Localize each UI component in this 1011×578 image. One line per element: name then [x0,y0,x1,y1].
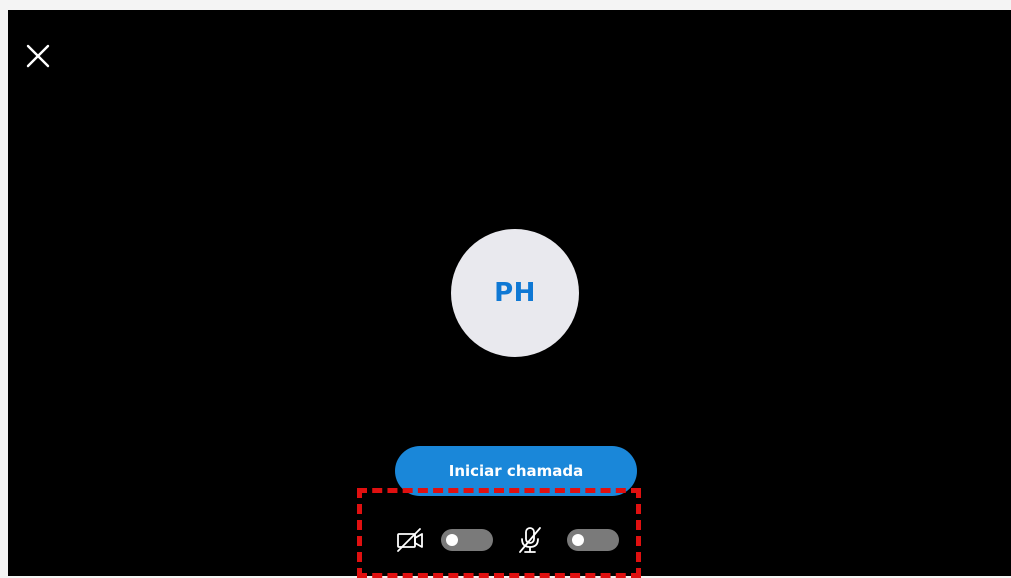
close-icon [26,44,50,68]
avatar: PH [451,229,579,357]
media-controls [393,523,619,557]
microphone-toggle[interactable] [567,529,619,551]
video-toggle[interactable] [441,529,493,551]
start-call-button[interactable]: Iniciar chamada [395,446,637,496]
screenshot-frame: PH Iniciar chamada [0,0,1011,578]
microphone-toggle-knob [572,534,584,546]
avatar-initials: PH [494,278,536,308]
video-off-icon [393,523,427,557]
video-toggle-knob [446,534,458,546]
close-button[interactable] [24,42,52,70]
microphone-off-icon [513,523,547,557]
call-preview-window: PH Iniciar chamada [8,10,1011,576]
